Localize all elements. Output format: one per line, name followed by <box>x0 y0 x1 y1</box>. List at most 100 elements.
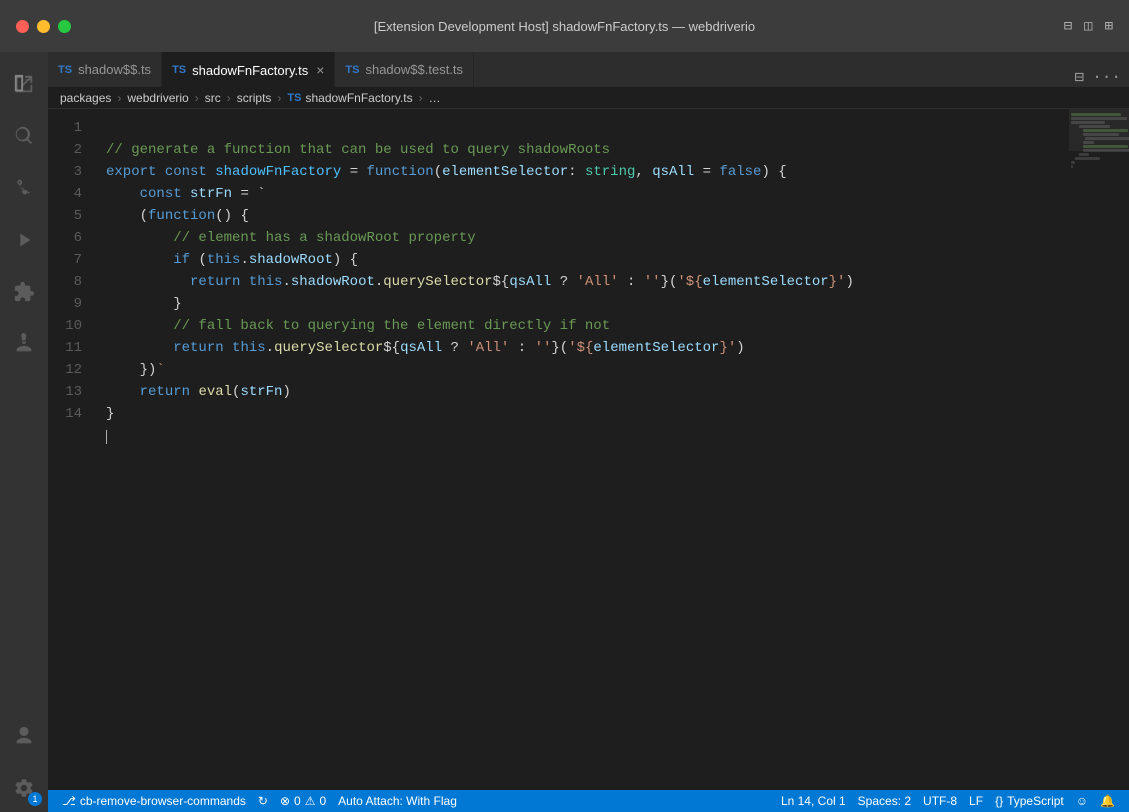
status-errors[interactable]: ⊗ 0 ⚠ 0 <box>274 790 332 812</box>
code-line-1: // generate a function that can be used … <box>106 142 610 158</box>
ln-8: 8 <box>48 271 82 293</box>
status-bar: ⎇ cb-remove-browser-commands ↻ ⊗ 0 ⚠ 0 A… <box>48 790 1129 812</box>
code-line-10: return this.querySelector${qsAll ? 'All'… <box>106 340 745 356</box>
code-line-11: })` <box>106 362 165 378</box>
status-position[interactable]: Ln 14, Col 1 <box>775 790 852 812</box>
breadcrumb-sep: › <box>277 91 281 105</box>
status-sync[interactable]: ↻ <box>252 790 274 812</box>
titlebar: [Extension Development Host] shadowFnFac… <box>0 0 1129 52</box>
status-feedback[interactable]: ☺ <box>1070 790 1094 812</box>
sidebar-item-search[interactable] <box>0 112 48 160</box>
sidebar-item-source-control[interactable] <box>0 164 48 212</box>
minimize-button[interactable] <box>37 20 50 33</box>
status-bell[interactable]: 🔔 <box>1094 790 1121 812</box>
breadcrumb-ts-icon: TS <box>287 92 301 104</box>
code-line-3: const strFn = ` <box>106 186 266 202</box>
status-branch[interactable]: ⎇ cb-remove-browser-commands <box>56 790 252 812</box>
sidebar-item-account[interactable] <box>0 712 48 760</box>
breadcrumb: packages › webdriverio › src › scripts ›… <box>48 87 1129 109</box>
branch-icon: ⎇ <box>62 794 76 808</box>
sidebar-item-extensions[interactable] <box>0 268 48 316</box>
minimap <box>1069 109 1129 790</box>
ts-icon: TS <box>345 64 359 76</box>
encoding-label: UTF-8 <box>923 794 957 808</box>
editor-area: TS shadow$$.ts TS shadowFnFactory.ts × T… <box>48 52 1129 812</box>
position-label: Ln 14, Col 1 <box>781 794 846 808</box>
code-line-8: } <box>106 296 182 312</box>
tab-test[interactable]: TS shadow$$.test.ts <box>335 52 474 87</box>
spaces-label: Spaces: 2 <box>858 794 911 808</box>
status-spaces[interactable]: Spaces: 2 <box>852 790 917 812</box>
breadcrumb-ellipsis[interactable]: … <box>429 91 441 105</box>
bell-icon: 🔔 <box>1100 794 1115 808</box>
tab-bar: TS shadow$$.ts TS shadowFnFactory.ts × T… <box>48 52 1129 87</box>
sidebar-item-run[interactable] <box>0 216 48 264</box>
ts-icon: TS <box>172 64 186 76</box>
status-language[interactable]: {} TypeScript <box>989 790 1070 812</box>
ln-6: 6 <box>48 227 82 249</box>
auto-attach-label: Auto Attach: With Flag <box>338 794 457 808</box>
traffic-lights <box>16 20 71 33</box>
code-editor: 1 2 3 4 5 6 7 8 9 10 11 12 13 14 // gene… <box>48 109 1129 790</box>
warning-icon: ⚠ <box>305 794 316 808</box>
warning-count: 0 <box>319 794 326 808</box>
breadcrumb-sep: › <box>195 91 199 105</box>
sidebar-item-test[interactable] <box>0 320 48 368</box>
tab-label: shadow$$.ts <box>78 62 151 77</box>
split-editor-tab-icon[interactable]: ⊟ <box>1075 67 1085 87</box>
app-container: 1 TS shadow$$.ts TS shadowFnFactory.ts ×… <box>0 52 1129 812</box>
tab-factory[interactable]: TS shadowFnFactory.ts × <box>162 52 335 87</box>
status-auto-attach[interactable]: Auto Attach: With Flag <box>332 790 463 812</box>
code-line-12: return eval(strFn) <box>106 384 291 400</box>
tab-close-icon[interactable]: × <box>316 62 324 78</box>
ts-icon: TS <box>58 64 72 76</box>
ln-10: 10 <box>48 315 82 337</box>
settings-badge: 1 <box>28 792 42 806</box>
breadcrumb-webdriverio[interactable]: webdriverio <box>127 91 188 105</box>
feedback-icon: ☺ <box>1076 794 1088 808</box>
code-content[interactable]: // generate a function that can be used … <box>98 109 1129 790</box>
ln-4: 4 <box>48 183 82 205</box>
window-title: [Extension Development Host] shadowFnFac… <box>374 19 755 34</box>
ln-1: 1 <box>48 117 82 139</box>
maximize-button[interactable] <box>58 20 71 33</box>
breadcrumb-file[interactable]: shadowFnFactory.ts <box>305 91 412 105</box>
activity-bar: 1 <box>0 52 48 812</box>
ln-7: 7 <box>48 249 82 271</box>
layout-icon[interactable]: ◫ <box>1084 18 1092 35</box>
breadcrumb-packages[interactable]: packages <box>60 91 111 105</box>
sidebar-item-settings[interactable]: 1 <box>0 764 48 812</box>
error-icon: ⊗ <box>280 794 290 808</box>
tab-shadow[interactable]: TS shadow$$.ts <box>48 52 162 87</box>
split-editor-icon[interactable]: ⊟ <box>1064 18 1072 35</box>
breadcrumb-sep: › <box>117 91 121 105</box>
line-ending-label: LF <box>969 794 983 808</box>
ln-11: 11 <box>48 337 82 359</box>
tab-actions: ⊟ ··· <box>1067 67 1129 87</box>
ln-5: 5 <box>48 205 82 227</box>
titlebar-icons: ⊟ ◫ ⊞ <box>1064 18 1113 35</box>
sync-icon: ↻ <box>258 794 268 808</box>
breadcrumb-sep: › <box>227 91 231 105</box>
ln-3: 3 <box>48 161 82 183</box>
status-encoding[interactable]: UTF-8 <box>917 790 963 812</box>
close-button[interactable] <box>16 20 29 33</box>
status-line-ending[interactable]: LF <box>963 790 989 812</box>
branch-name: cb-remove-browser-commands <box>80 794 246 808</box>
breadcrumb-src[interactable]: src <box>205 91 221 105</box>
code-line-9: // fall back to querying the element dir… <box>106 318 610 334</box>
language-label: TypeScript <box>1007 794 1064 808</box>
code-line-14 <box>106 428 107 444</box>
breadcrumb-sep: › <box>419 91 423 105</box>
language-icon: {} <box>995 794 1003 808</box>
error-count: 0 <box>294 794 301 808</box>
breadcrumb-scripts[interactable]: scripts <box>237 91 272 105</box>
ln-12: 12 <box>48 359 82 381</box>
ln-14: 14 <box>48 403 82 425</box>
code-line-4: (function() { <box>106 208 249 224</box>
tab-label: shadow$$.test.ts <box>365 62 463 77</box>
code-line-2: export const shadowFnFactory = function(… <box>106 164 787 180</box>
more-tab-icon[interactable]: ··· <box>1092 68 1121 86</box>
more-icon[interactable]: ⊞ <box>1105 18 1113 35</box>
sidebar-item-explorer[interactable] <box>0 60 48 108</box>
